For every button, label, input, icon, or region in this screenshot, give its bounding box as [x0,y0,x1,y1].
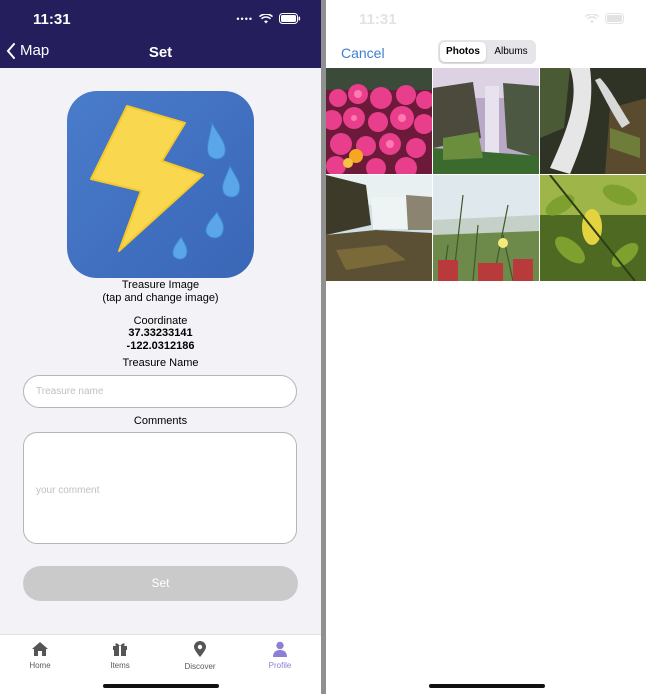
location-pin-icon [194,641,206,657]
segment-albums[interactable]: Albums [488,42,534,62]
lightning-rain-icon [90,105,241,260]
treasure-image-label: Treasure Image [121,279,200,291]
page-title: Set [148,44,173,61]
longitude-value: -122.0312186 [126,340,195,352]
photos-albums-segmented-control: Photos Albums [438,40,536,64]
waterfall-cliff-photo [433,68,539,174]
treasure-name-label: Treasure Name [122,357,199,369]
home-icon [32,642,48,656]
treasure-name-input[interactable]: Treasure name [23,375,297,408]
tab-home-label: Home [29,661,51,670]
cancel-button[interactable]: Cancel [341,45,385,61]
tab-items[interactable]: Items [90,641,150,670]
navigation-header: 11:31 •••• Map Set [0,0,321,68]
status-icons [585,13,627,24]
photo-thumbnail[interactable] [433,175,539,281]
status-time: 11:31 [33,11,71,28]
waterfall-coast-photo [326,175,432,281]
status-icons: •••• [236,13,301,24]
comments-label: Comments [133,415,188,427]
treasure-image-button[interactable] [67,91,254,278]
photo-thumbnail[interactable] [540,175,646,281]
photo-thumbnail[interactable] [326,175,432,281]
tab-profile[interactable]: Profile [250,641,310,670]
comment-textarea[interactable]: your comment [23,432,297,544]
tab-discover[interactable]: Discover [170,641,230,671]
tab-discover-label: Discover [184,662,216,671]
tab-home[interactable]: Home [10,641,70,670]
set-button[interactable]: Set [23,566,298,601]
wifi-icon [585,13,599,23]
photo-thumbnail[interactable] [540,68,646,174]
segment-photos[interactable]: Photos [440,42,486,62]
gift-icon [113,643,127,656]
person-icon [273,641,287,657]
photo-thumbnail[interactable] [326,68,432,174]
grass-dunes-photo [433,175,539,281]
waterfall-rocks-photo [540,68,646,174]
treasure-set-screen: 11:31 •••• Map Set Treasure Image (tap a… [0,0,321,694]
tab-items-label: Items [110,661,130,670]
home-indicator [103,684,219,688]
battery-icon [279,13,301,24]
battery-icon [605,13,624,24]
latitude-value: 37.33233141 [128,327,193,339]
photo-picker-screen: 11:31 Cancel Photos Albums [326,0,647,694]
treasure-image-hint: (tap and change image) [102,292,219,304]
pink-flowers-photo [326,68,432,174]
signal-icon: •••• [236,13,253,24]
status-time: 11:31 [359,11,397,28]
tab-profile-label: Profile [268,661,292,670]
coordinate-label: Coordinate [133,315,188,327]
photo-grid [326,68,647,282]
wifi-icon [259,13,273,23]
green-leaves-photo [540,175,646,281]
photo-thumbnail[interactable] [433,68,539,174]
home-indicator [429,684,545,688]
